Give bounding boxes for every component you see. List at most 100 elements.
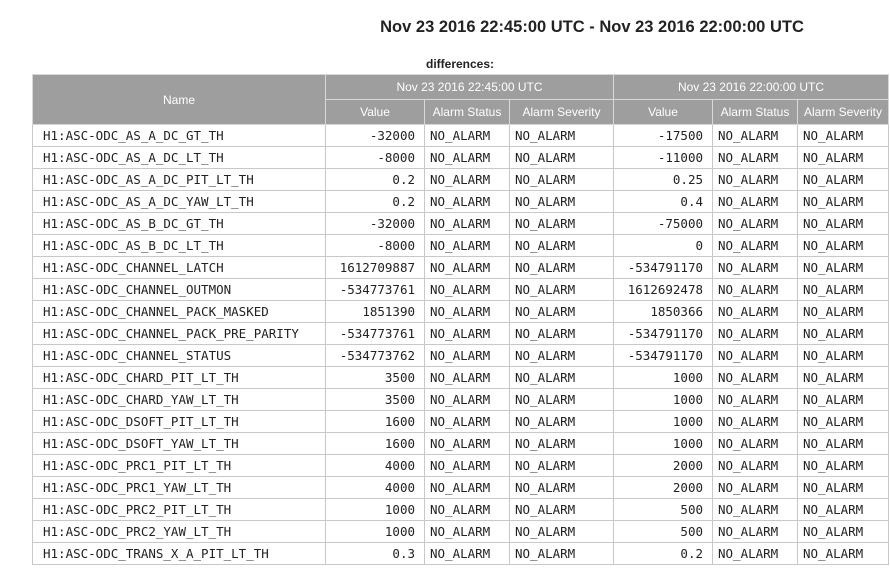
alarm-severity-cell: NO_ALARM <box>797 168 889 191</box>
table-row: H1:ASC-ODC_CHANNEL_PACK_MASKED 1851390 NO_… <box>32 300 889 323</box>
value-cell: 0 <box>613 234 713 257</box>
value-cell: -32000 <box>325 212 425 235</box>
alarm-status-cell: NO_ALARM <box>424 542 510 565</box>
page-title-text: Nov 23 2016 22:45:00 UTC - Nov 23 2016 2… <box>380 18 804 36</box>
alarm-status-cell: NO_ALARM <box>424 388 510 411</box>
value-cell: -11000 <box>613 146 713 169</box>
table-row: H1:ASC-ODC_AS_A_DC_PIT_LT_TH 0.2 NO_ALARM N… <box>32 168 889 191</box>
alarm-status-cell: NO_ALARM <box>712 520 798 543</box>
alarm-status-cell: NO_ALARM <box>712 234 798 257</box>
alarm-severity-column-header: Alarm Severity <box>509 99 614 125</box>
alarm-status-cell: NO_ALARM <box>712 454 798 477</box>
value-cell: 1000 <box>613 388 713 411</box>
alarm-status-cell: NO_ALARM <box>712 344 798 367</box>
value-cell: -534773761 <box>325 322 425 345</box>
value-cell: -32000 <box>325 124 425 147</box>
value-cell: -8000 <box>325 234 425 257</box>
alarm-severity-cell: NO_ALARM <box>797 344 889 367</box>
table-row: H1:ASC-ODC_PRC1_PIT_LT_TH 4000 NO_ALARM NO_… <box>32 454 889 477</box>
alarm-status-cell: NO_ALARM <box>712 322 798 345</box>
alarm-severity-cell: NO_ALARM <box>797 454 889 477</box>
channel-name-cell: H1:ASC-ODC_TRANS_X_A_PIT_LT_TH <box>32 542 326 565</box>
alarm-status-cell: NO_ALARM <box>712 146 798 169</box>
channel-name-cell: H1:ASC-ODC_AS_A_DC_YAW_LT_TH <box>32 190 326 213</box>
alarm-status-cell: NO_ALARM <box>424 300 510 323</box>
alarm-status-cell: NO_ALARM <box>424 212 510 235</box>
alarm-status-cell: NO_ALARM <box>712 410 798 433</box>
differences-table: Name Nov 23 2016 22:45:00 UTC Nov 23 201… <box>32 74 889 565</box>
table-row: H1:ASC-ODC_PRC1_YAW_LT_TH 4000 NO_ALARM NO_… <box>32 476 889 499</box>
group-header-2: Nov 23 2016 22:00:00 UTC <box>613 74 889 100</box>
alarm-status-cell: NO_ALARM <box>712 278 798 301</box>
channel-name-cell: H1:ASC-ODC_PRC1_YAW_LT_TH <box>32 476 326 499</box>
table-row: H1:ASC-ODC_CHANNEL_LATCH 1612709887 NO_ALA… <box>32 256 889 279</box>
value-cell: 1000 <box>613 432 713 455</box>
value-cell: -534773762 <box>325 344 425 367</box>
value-cell: -534791170 <box>613 344 713 367</box>
alarm-severity-cell: NO_ALARM <box>509 278 614 301</box>
table-row: H1:ASC-ODC_AS_A_DC_GT_TH -32000 NO_ALARM NO… <box>32 124 889 147</box>
table-row: H1:ASC-ODC_CHANNEL_OUTMON -534773761 NO_AL… <box>32 278 889 301</box>
channel-name-cell: H1:ASC-ODC_PRC2_YAW_LT_TH <box>32 520 326 543</box>
channel-name-cell: H1:ASC-ODC_CHANNEL_PACK_PRE_PARITY <box>32 322 326 345</box>
value-cell: 2000 <box>613 454 713 477</box>
alarm-severity-cell: NO_ALARM <box>509 454 614 477</box>
alarm-severity-cell: NO_ALARM <box>509 476 614 499</box>
value-cell: -75000 <box>613 212 713 235</box>
table-row: H1:ASC-ODC_CHARD_PIT_LT_TH 3500 NO_ALARM NO… <box>32 366 889 389</box>
group-header-1: Nov 23 2016 22:45:00 UTC <box>325 74 614 100</box>
value-cell: 1000 <box>325 520 425 543</box>
alarm-status-cell: NO_ALARM <box>424 124 510 147</box>
alarm-status-cell: NO_ALARM <box>424 344 510 367</box>
channel-name-cell: H1:ASC-ODC_DSOFT_PIT_LT_TH <box>32 410 326 433</box>
alarm-severity-cell: NO_ALARM <box>509 212 614 235</box>
alarm-severity-cell: NO_ALARM <box>509 344 614 367</box>
alarm-severity-cell: NO_ALARM <box>509 388 614 411</box>
alarm-severity-cell: NO_ALARM <box>797 300 889 323</box>
alarm-severity-cell: NO_ALARM <box>797 212 889 235</box>
channel-name-cell: H1:ASC-ODC_AS_A_DC_LT_TH <box>32 146 326 169</box>
alarm-severity-cell: NO_ALARM <box>509 168 614 191</box>
alarm-status-cell: NO_ALARM <box>712 124 798 147</box>
alarm-severity-cell: NO_ALARM <box>797 410 889 433</box>
alarm-status-cell: NO_ALARM <box>424 498 510 521</box>
value-column-header: Value <box>613 99 713 125</box>
alarm-severity-cell: NO_ALARM <box>797 190 889 213</box>
alarm-severity-cell: NO_ALARM <box>797 124 889 147</box>
alarm-severity-cell: NO_ALARM <box>509 520 614 543</box>
channel-name-cell: H1:ASC-ODC_CHANNEL_LATCH <box>32 256 326 279</box>
channel-name-cell: H1:ASC-ODC_DSOFT_YAW_LT_TH <box>32 432 326 455</box>
alarm-severity-cell: NO_ALARM <box>797 256 889 279</box>
alarm-severity-cell: NO_ALARM <box>509 322 614 345</box>
alarm-status-cell: NO_ALARM <box>424 454 510 477</box>
alarm-severity-cell: NO_ALARM <box>509 300 614 323</box>
alarm-status-cell: NO_ALARM <box>424 234 510 257</box>
alarm-status-cell: NO_ALARM <box>712 168 798 191</box>
table-row: H1:ASC-ODC_AS_A_DC_YAW_LT_TH 0.2 NO_ALARM N… <box>32 190 889 213</box>
alarm-severity-cell: NO_ALARM <box>797 520 889 543</box>
alarm-severity-cell: NO_ALARM <box>509 256 614 279</box>
alarm-severity-cell: NO_ALARM <box>509 190 614 213</box>
alarm-severity-cell: NO_ALARM <box>797 278 889 301</box>
value-cell: 1000 <box>325 498 425 521</box>
alarm-status-cell: NO_ALARM <box>712 256 798 279</box>
channel-name-cell: H1:ASC-ODC_AS_B_DC_LT_TH <box>32 234 326 257</box>
table-row: H1:ASC-ODC_CHANNEL_PACK_PRE_PARITY -53477… <box>32 322 889 345</box>
value-cell: 1600 <box>325 432 425 455</box>
alarm-severity-cell: NO_ALARM <box>509 124 614 147</box>
alarm-status-cell: NO_ALARM <box>712 388 798 411</box>
alarm-status-cell: NO_ALARM <box>424 256 510 279</box>
alarm-severity-cell: NO_ALARM <box>797 366 889 389</box>
name-column-header: Name <box>32 74 326 125</box>
alarm-severity-column-header: Alarm Severity <box>797 99 889 125</box>
alarm-status-cell: NO_ALARM <box>712 542 798 565</box>
table-caption: differences: <box>425 57 495 71</box>
channel-name-cell: H1:ASC-ODC_AS_A_DC_GT_TH <box>32 124 326 147</box>
value-cell: -534773761 <box>325 278 425 301</box>
table-row: H1:ASC-ODC_PRC2_PIT_LT_TH 1000 NO_ALARM NO_… <box>32 498 889 521</box>
alarm-status-cell: NO_ALARM <box>424 168 510 191</box>
alarm-severity-cell: NO_ALARM <box>509 146 614 169</box>
table-body: H1:ASC-ODC_AS_A_DC_GT_TH -32000 NO_ALARM NO… <box>32 124 889 565</box>
alarm-severity-cell: NO_ALARM <box>509 498 614 521</box>
alarm-status-column-header: Alarm Status <box>712 99 798 125</box>
